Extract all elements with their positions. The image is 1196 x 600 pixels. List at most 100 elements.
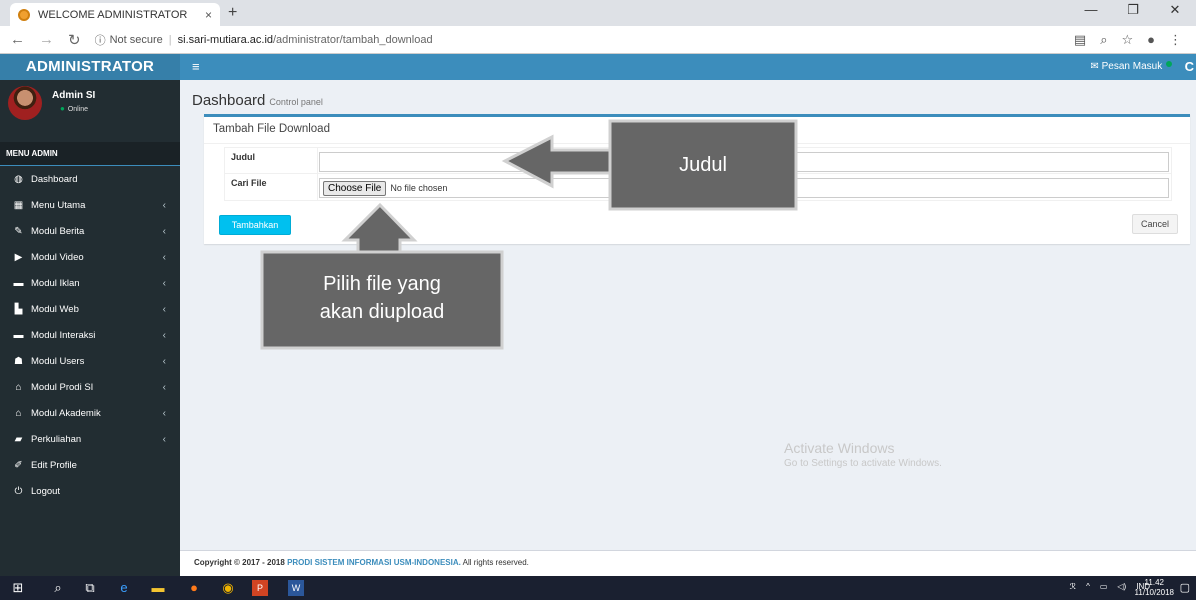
footer-brand-link[interactable]: PRODI SISTEM INFORMASI USM-INDONESIA. <box>287 558 461 567</box>
sidebar-item-logout[interactable]: ⏻ Logout <box>0 478 180 504</box>
file-callout-line2: akan diupload <box>319 301 445 323</box>
box-title: Tambah File Download <box>213 123 330 135</box>
file-input[interactable]: Choose File No file chosen <box>319 178 1169 198</box>
book-icon: ▰ <box>14 433 23 445</box>
window-controls: — ❐ ✕ <box>1070 2 1196 18</box>
institution-icon: ⌂ <box>15 407 22 419</box>
inbox-indicator <box>1166 61 1172 67</box>
word-icon[interactable]: W <box>288 580 304 596</box>
sidebar-toggle-icon[interactable]: ≡ <box>192 59 200 74</box>
reload-icon[interactable]: ↻ <box>68 31 81 49</box>
star-icon[interactable]: ☆ <box>1121 32 1133 48</box>
sidebar-item-perkuliahan[interactable]: ▰ Perkuliahan ‹ <box>0 426 180 452</box>
clock-time: 11.42 <box>1144 578 1164 587</box>
page-subtitle: Control panel <box>269 97 323 107</box>
form-box: Tambah File Download Judul Cari File Cho… <box>204 114 1190 244</box>
restore-icon[interactable]: ❐ <box>1112 2 1154 18</box>
laptop-icon: ▬ <box>13 277 24 289</box>
chevron-left-icon: ‹ <box>162 199 166 211</box>
chevron-left-icon: ‹ <box>162 303 166 315</box>
user-name: Admin SI <box>52 90 96 101</box>
user-status: ● Online <box>60 104 88 113</box>
chrome-icon[interactable]: ◉ <box>220 580 236 596</box>
browser-tab[interactable]: WELCOME ADMINISTRATOR × <box>10 3 220 26</box>
sidebar-item-label: Modul Interaksi <box>31 329 96 341</box>
sidebar-item-modul-berita[interactable]: ✎ Modul Berita ‹ <box>0 218 180 244</box>
sidebar-item-label: Perkuliahan <box>31 433 82 445</box>
volume-icon[interactable]: ◁) <box>1117 582 1126 591</box>
cancel-button[interactable]: Cancel <box>1132 214 1178 234</box>
users-icon: ☗ <box>14 355 23 367</box>
cell-divider <box>317 148 318 173</box>
footer-suffix: All rights reserved. <box>462 558 529 567</box>
choose-file-button[interactable]: Choose File <box>323 180 387 196</box>
sidebar-item-menu-utama[interactable]: ▦ Menu Utama ‹ <box>0 192 180 218</box>
windows-start-icon[interactable]: ⊞ <box>10 580 26 596</box>
info-icon[interactable]: ⓘ <box>95 32 106 48</box>
people-icon[interactable]: ℛ <box>1070 582 1076 591</box>
translate-icon[interactable]: ▤ <box>1074 32 1086 48</box>
firefox-icon[interactable]: ● <box>186 580 202 596</box>
close-window-icon[interactable]: ✕ <box>1154 2 1196 18</box>
cell-divider <box>317 174 318 200</box>
sidebar-item-modul-iklan[interactable]: ▬ Modul Iklan ‹ <box>0 270 180 296</box>
sidebar-item-modul-interaksi[interactable]: ▬ Modul Interaksi ‹ <box>0 322 180 348</box>
chevron-left-icon: ‹ <box>162 329 166 341</box>
online-dot-icon: ● <box>60 104 65 113</box>
file-status: No file chosen <box>390 183 448 193</box>
image-icon: ▙ <box>14 303 23 315</box>
network-icon[interactable]: ▭ <box>1100 582 1108 591</box>
top-navbar: ≡ ✉ Pesan Masuk C <box>180 54 1196 80</box>
favicon-icon <box>18 8 30 21</box>
back-icon[interactable]: ← <box>10 31 25 48</box>
task-view-icon[interactable]: ⧉ <box>82 580 98 596</box>
search-icon[interactable]: ⌕ <box>50 580 66 596</box>
sidebar-item-modul-video[interactable]: ▶ Modul Video ‹ <box>0 244 180 270</box>
institution-icon: ⌂ <box>15 381 22 393</box>
minimize-icon[interactable]: — <box>1070 2 1112 18</box>
sidebar-item-modul-users[interactable]: ☗ Modul Users ‹ <box>0 348 180 374</box>
sidebar-item-modul-akademik[interactable]: ⌂ Modul Akademik ‹ <box>0 400 180 426</box>
sidebar-item-label: Modul Users <box>31 355 85 367</box>
menu-dots-icon[interactable]: ⋮ <box>1169 32 1182 48</box>
avatar <box>8 86 42 120</box>
address-bar-actions: ▤ ⌕ ☆ ● ⋮ <box>1074 32 1196 48</box>
table-icon: ▦ <box>13 199 24 211</box>
url-path: /administrator/tambah_download <box>273 33 433 46</box>
chevron-left-icon: ‹ <box>162 277 166 289</box>
profile-icon[interactable]: ● <box>1147 32 1155 48</box>
navbar-overflow-icon[interactable]: C <box>1185 59 1194 74</box>
edge-icon[interactable]: e <box>116 580 132 596</box>
forward-icon[interactable]: → <box>39 31 54 48</box>
user-panel: Admin SI ● Online <box>0 80 180 142</box>
file-callout-text: Pilih file yang akan diupload <box>262 270 502 326</box>
submit-button[interactable]: Tambahkan <box>219 215 291 235</box>
tray-expand-icon[interactable]: ^ <box>1086 582 1090 591</box>
app-logo[interactable]: ADMINISTRATOR <box>0 54 180 80</box>
sidebar-item-label: Modul Web <box>31 303 79 315</box>
sidebar-item-label: Menu Utama <box>31 199 86 211</box>
close-tab-icon[interactable]: × <box>205 8 212 22</box>
browser-tab-bar: WELCOME ADMINISTRATOR × + — ❐ ✕ <box>0 0 1196 26</box>
sidebar-item-edit-profile[interactable]: ✐ Edit Profile <box>0 452 180 478</box>
notification-icon[interactable]: ▢ <box>1180 581 1190 594</box>
security-label: Not secure <box>109 33 163 46</box>
inbox-link[interactable]: ✉ Pesan Masuk <box>1090 61 1172 72</box>
new-tab-button[interactable]: + <box>228 4 237 22</box>
page-title-text: Dashboard <box>192 92 266 109</box>
edit-icon: ✐ <box>14 459 23 471</box>
laptop-icon: ▬ <box>13 329 24 341</box>
sidebar-item-modul-prodi-si[interactable]: ⌂ Modul Prodi SI ‹ <box>0 374 180 400</box>
url-separator: | <box>168 33 172 46</box>
powerpoint-icon[interactable]: P <box>252 580 268 596</box>
zoom-icon[interactable]: ⌕ <box>1100 32 1107 48</box>
url-field[interactable]: si.sari-mutiara.ac.id/administrator/tamb… <box>178 34 433 46</box>
file-explorer-icon[interactable]: ▬ <box>150 580 166 596</box>
taskbar-clock[interactable]: 11.42 11/10/2018 <box>1135 578 1174 598</box>
url-host: si.sari-mutiara.ac.id <box>177 33 273 46</box>
chevron-left-icon: ‹ <box>162 355 166 367</box>
sidebar-item-modul-web[interactable]: ▙ Modul Web ‹ <box>0 296 180 322</box>
sidebar-item-dashboard[interactable]: ◍ Dashboard <box>0 166 180 192</box>
file-label: Cari File <box>231 178 267 188</box>
sidebar-item-label: Modul Berita <box>31 225 85 237</box>
